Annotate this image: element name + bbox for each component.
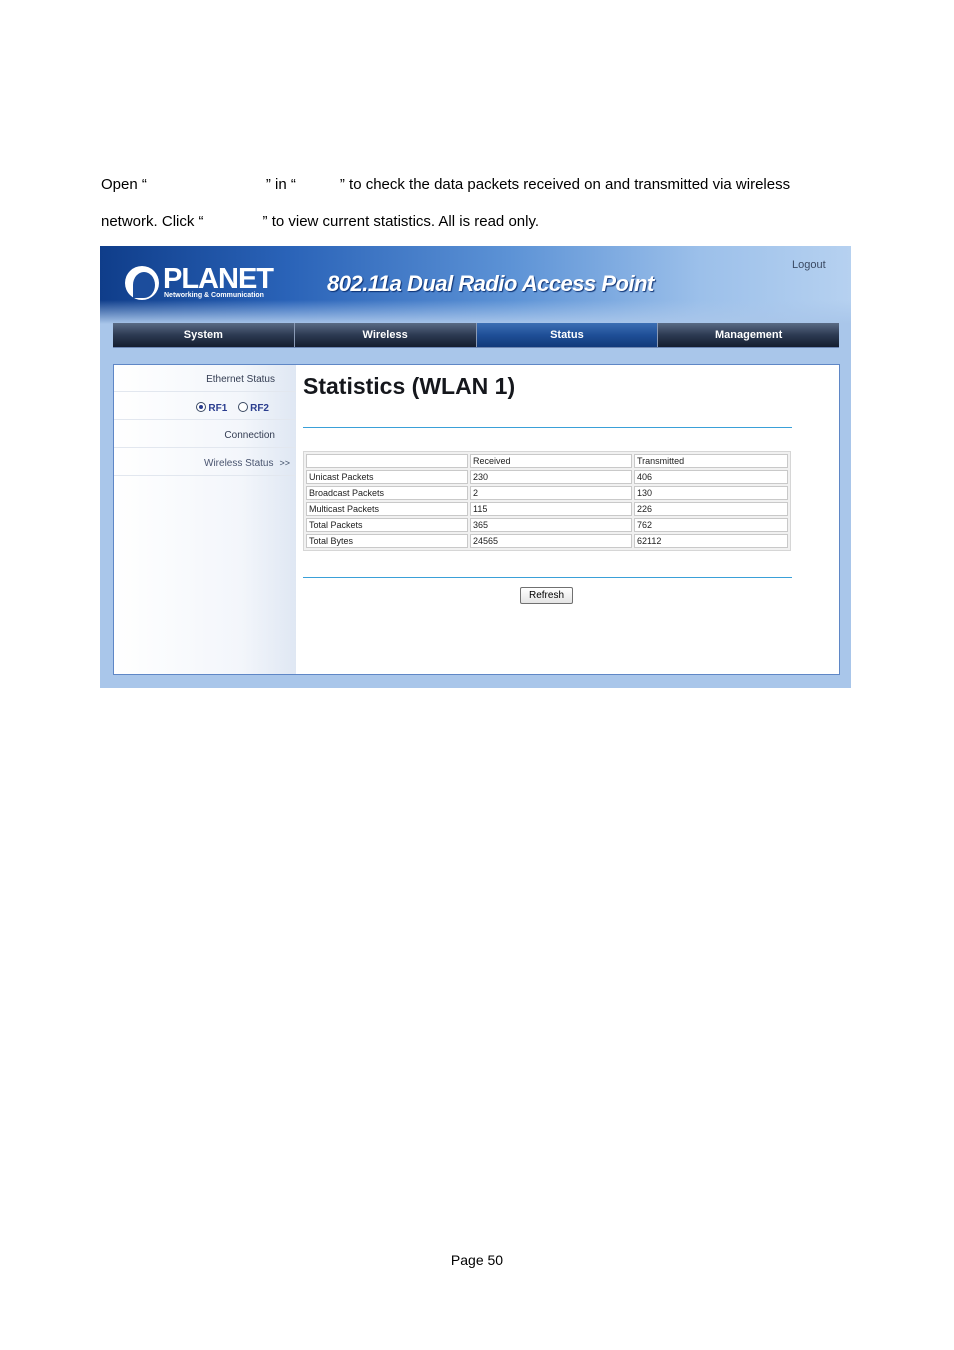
radio-unselected-icon (238, 402, 249, 412)
tab-system[interactable]: System (113, 323, 295, 347)
row-label: Broadcast Packets (306, 486, 468, 500)
brand-tagline: Networking & Communication (164, 292, 264, 299)
tab-wireless[interactable]: Wireless (295, 323, 477, 347)
row-label: Multicast Packets (306, 502, 468, 516)
table-row: Multicast Packets 115 226 (306, 502, 788, 516)
planet-logo-icon (125, 266, 159, 300)
page-number: Page 50 (450, 1252, 504, 1268)
product-title: 802.11a Dual Radio Access Point (327, 271, 654, 296)
admin-screenshot: PLANET Networking & Communication 802.11… (100, 246, 851, 688)
sidebar: Ethernet Status RF1 RF2 Connection Wirel… (114, 365, 296, 674)
tab-management[interactable]: Management (658, 323, 839, 347)
received-value: 365 (470, 518, 632, 532)
received-value: 230 (470, 470, 632, 484)
column-header-transmitted: Transmitted (634, 454, 788, 468)
page-title: Statistics (WLAN 1) (303, 373, 516, 399)
rf1-option[interactable]: RF1 (196, 402, 228, 414)
transmitted-value: 406 (634, 470, 788, 484)
intro-text: ” in “ (265, 176, 296, 193)
transmitted-value: 130 (634, 486, 788, 500)
sidebar-item-connection[interactable]: Connection (114, 421, 296, 448)
main-nav: System Wireless Status Management (113, 323, 839, 348)
intro-text: Open “ (101, 176, 147, 193)
table-header-row: Received Transmitted (306, 454, 788, 468)
table-row: Unicast Packets 230 406 (306, 470, 788, 484)
refresh-button[interactable]: Refresh (520, 587, 573, 604)
tab-status[interactable]: Status (476, 323, 659, 347)
row-label: Total Packets (306, 518, 468, 532)
intro-text: ” to view current statistics. All is rea… (262, 213, 540, 230)
row-label: Total Bytes (306, 534, 468, 548)
received-value: 24565 (470, 534, 632, 548)
double-chevron-right-icon: >> (279, 458, 290, 468)
statistics-table: Received Transmitted Unicast Packets 230… (303, 451, 791, 551)
rf2-label: RF2 (250, 403, 269, 414)
content-panel: Ethernet Status RF1 RF2 Connection Wirel… (113, 364, 840, 675)
transmitted-value: 762 (634, 518, 788, 532)
transmitted-value: 226 (634, 502, 788, 516)
table-row: Broadcast Packets 2 130 (306, 486, 788, 500)
rf-selector: RF1 RF2 (114, 393, 296, 420)
intro-text: network. Click “ (101, 213, 204, 230)
sidebar-item-label: Wireless Status (204, 458, 274, 469)
sidebar-item-ethernet-status[interactable]: Ethernet Status (114, 365, 296, 392)
table-row: Total Bytes 24565 62112 (306, 534, 788, 548)
divider (303, 427, 792, 428)
intro-line-1: Open “ ” in “ ” to check the data packets … (101, 176, 790, 193)
table-row: Total Packets 365 762 (306, 518, 788, 532)
intro-line-2: network. Click “ ” to view current statis… (101, 213, 539, 230)
rf2-option[interactable]: RF2 (238, 402, 269, 414)
divider (303, 577, 792, 578)
sidebar-item-wireless-status[interactable]: Wireless Status >> (114, 449, 296, 476)
column-header (306, 454, 468, 468)
radio-selected-icon (196, 402, 207, 412)
received-value: 115 (470, 502, 632, 516)
row-label: Unicast Packets (306, 470, 468, 484)
column-header-received: Received (470, 454, 632, 468)
received-value: 2 (470, 486, 632, 500)
transmitted-value: 62112 (634, 534, 788, 548)
logout-link[interactable]: Logout (792, 259, 826, 271)
intro-text: ” to check the data packets received on … (339, 176, 791, 193)
rf1-label: RF1 (208, 403, 228, 414)
